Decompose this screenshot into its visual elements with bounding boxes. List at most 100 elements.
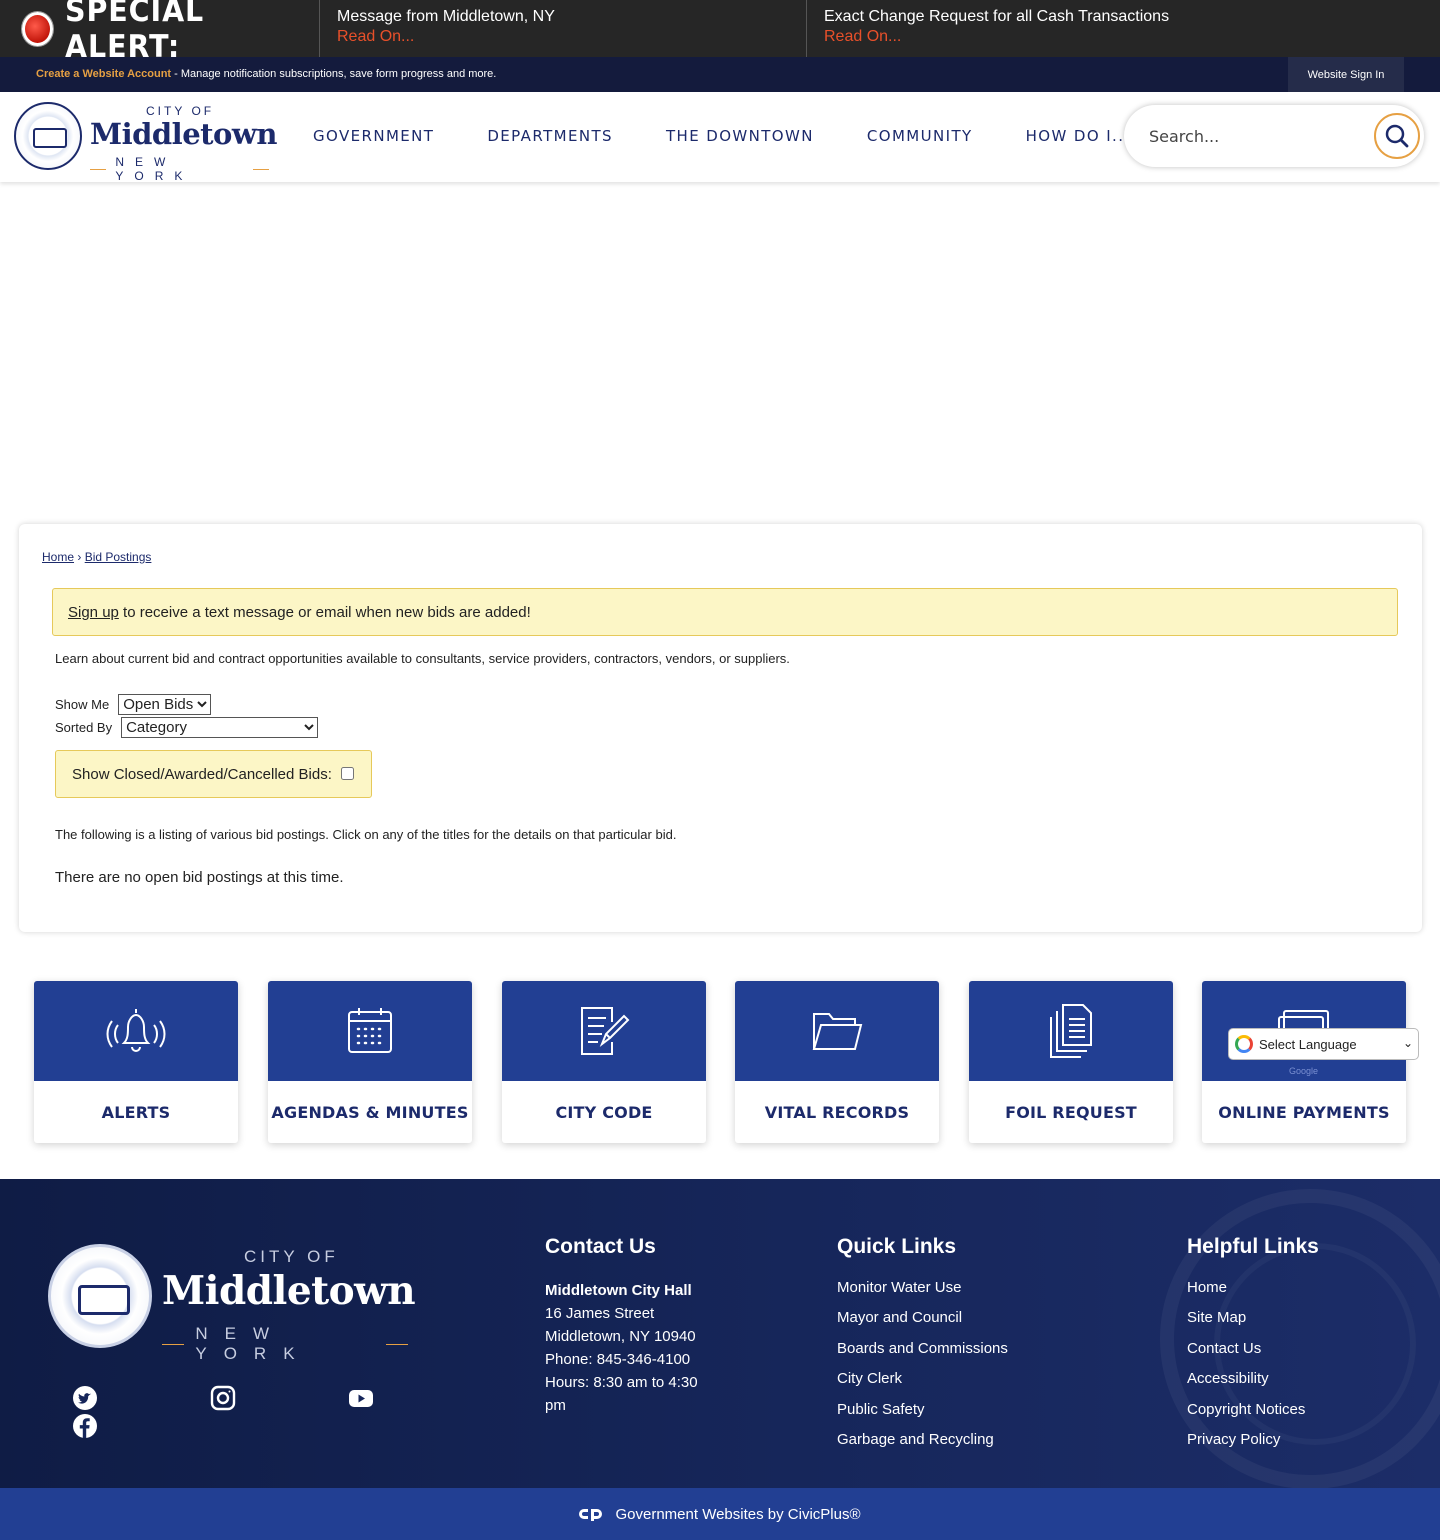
nav-how-do-i[interactable]: HOW DO I... xyxy=(1026,127,1131,145)
bid-postings-content: Home › Bid Postings Sign up to receive a… xyxy=(19,524,1422,932)
show-closed-bids-box: Show Closed/Awarded/Cancelled Bids: xyxy=(55,750,372,798)
footer-city-seal-icon xyxy=(48,1244,152,1348)
alert-title: SPECIAL ALERT: xyxy=(64,0,204,65)
breadcrumb-separator: › xyxy=(77,550,82,564)
contact-phone: Phone: 845-346-4100 xyxy=(545,1351,691,1368)
create-account-link[interactable]: Create a Website Account xyxy=(36,68,171,80)
facebook-icon xyxy=(73,1414,97,1438)
quick-link-alerts[interactable]: ALERTS xyxy=(34,981,238,1143)
helpful-links-heading: Helpful Links xyxy=(1187,1235,1319,1258)
footer-logo-city-name: Middletown xyxy=(162,1268,416,1314)
city-logo-link[interactable]: CITY OF Middletown NEW YORK xyxy=(14,100,277,183)
sorted-by-filter: Sorted By Category xyxy=(55,717,319,738)
account-message: Create a Website Account - Manage notifi… xyxy=(36,68,496,80)
footer-link-accessibility[interactable]: Accessibility xyxy=(1187,1370,1305,1400)
tile-icon-area xyxy=(502,981,706,1081)
sorted-by-label: Sorted By xyxy=(55,720,113,735)
nav-community[interactable]: COMMUNITY xyxy=(867,127,973,145)
documents-icon xyxy=(1050,1004,1092,1058)
search-input[interactable] xyxy=(1149,123,1359,149)
helpful-links-list: Home Site Map Contact Us Accessibility C… xyxy=(1187,1279,1305,1461)
breadcrumb-home-link[interactable]: Home xyxy=(42,550,74,564)
youtube-link[interactable] xyxy=(348,1385,374,1411)
tile-label: ONLINE PAYMENTS xyxy=(1218,1102,1390,1122)
nav-departments[interactable]: DEPARTMENTS xyxy=(487,127,613,145)
tile-label: AGENDAS & MINUTES xyxy=(271,1102,469,1122)
quick-link-foil-request[interactable]: FOIL REQUEST xyxy=(969,981,1173,1143)
alert-message-1[interactable]: Message from Middletown, NY Read On... xyxy=(320,0,807,57)
footer-logo-link[interactable]: CITY OF Middletown NEW YORK xyxy=(48,1242,416,1363)
signup-text: to receive a text message or email when … xyxy=(118,604,531,621)
signup-link[interactable]: Sign up xyxy=(68,604,119,621)
contact-hours: Hours: 8:30 am to 4:30 pm xyxy=(545,1374,698,1414)
footer-link-contact-us[interactable]: Contact Us xyxy=(1187,1340,1305,1370)
signup-notice: Sign up to receive a text message or ema… xyxy=(52,588,1398,636)
alert-message-2[interactable]: Exact Change Request for all Cash Transa… xyxy=(807,0,1440,57)
tile-label: CITY CODE xyxy=(555,1102,653,1122)
alert-message-title[interactable]: Exact Change Request for all Cash Transa… xyxy=(824,7,1440,26)
tile-icon-area xyxy=(268,981,472,1081)
civicplus-bar: Government Websites by CivicPlus® xyxy=(0,1488,1440,1540)
instagram-link[interactable] xyxy=(210,1385,236,1411)
twitter-icon xyxy=(73,1386,97,1410)
calendar-icon xyxy=(348,1008,392,1053)
contact-info: Middletown City Hall 16 James Street Mid… xyxy=(545,1279,715,1417)
nav-government[interactable]: GOVERNMENT xyxy=(313,127,434,145)
footer-link-boards-commissions[interactable]: Boards and Commissions xyxy=(837,1340,1008,1370)
footer-link-monitor-water-use[interactable]: Monitor Water Use xyxy=(837,1279,1008,1309)
alert-title-block: SPECIAL ALERT: xyxy=(0,0,320,65)
website-sign-in-button[interactable]: Website Sign In xyxy=(1288,57,1404,92)
main-nav: GOVERNMENT DEPARTMENTS THE DOWNTOWN COMM… xyxy=(313,127,1184,145)
bell-icon xyxy=(106,1009,166,1052)
site-footer: CITY OF Middletown NEW YORK Contact Us M… xyxy=(0,1179,1440,1488)
footer-link-privacy[interactable]: Privacy Policy xyxy=(1187,1431,1305,1461)
sorted-by-select[interactable]: Category xyxy=(121,717,319,738)
footer-link-public-safety[interactable]: Public Safety xyxy=(837,1401,1008,1431)
intro-text: Learn about current bid and contract opp… xyxy=(55,651,790,666)
footer-logo-city-of: CITY OF xyxy=(244,1247,339,1266)
alert-read-on-link[interactable]: Read On... xyxy=(824,26,1440,47)
show-me-select[interactable]: Open Bids xyxy=(118,694,212,715)
show-closed-label: Show Closed/Awarded/Cancelled Bids: xyxy=(72,766,332,783)
alert-read-on-link[interactable]: Read On... xyxy=(337,26,806,47)
civicplus-link[interactable]: Government Websites by CivicPlus® xyxy=(615,1506,860,1523)
no-bids-message: There are no open bid postings at this t… xyxy=(55,869,344,886)
quick-link-online-payments[interactable]: ONLINE PAYMENTS xyxy=(1202,981,1406,1143)
footer-link-copyright[interactable]: Copyright Notices xyxy=(1187,1401,1305,1431)
search-icon xyxy=(1385,124,1409,148)
site-header: CITY OF Middletown NEW YORK GOVERNMENT D… xyxy=(0,92,1440,183)
site-search xyxy=(1124,105,1424,167)
breadcrumb-bid-postings-link[interactable]: Bid Postings xyxy=(85,550,152,564)
facebook-link[interactable] xyxy=(72,1413,98,1439)
quick-link-agendas-minutes[interactable]: AGENDAS & MINUTES xyxy=(268,981,472,1143)
folder-icon xyxy=(812,1013,863,1050)
nav-the-downtown[interactable]: THE DOWNTOWN xyxy=(666,127,814,145)
show-me-filter: Show Me Open Bids xyxy=(55,694,212,715)
twitter-link[interactable] xyxy=(72,1385,98,1411)
footer-link-garbage-recycling[interactable]: Garbage and Recycling xyxy=(837,1431,1008,1461)
tile-label: FOIL REQUEST xyxy=(1005,1102,1137,1122)
google-icon xyxy=(1235,1035,1253,1053)
tile-icon-area xyxy=(735,981,939,1081)
footer-link-home[interactable]: Home xyxy=(1187,1279,1305,1309)
contact-street: 16 James Street xyxy=(545,1305,655,1322)
tile-label: VITAL RECORDS xyxy=(764,1102,910,1122)
quick-links-list: Monitor Water Use Mayor and Council Boar… xyxy=(837,1279,1008,1461)
quick-link-vital-records[interactable]: VITAL RECORDS xyxy=(735,981,939,1143)
footer-link-site-map[interactable]: Site Map xyxy=(1187,1309,1305,1339)
city-seal-icon xyxy=(14,102,82,170)
logo-city-of: CITY OF xyxy=(146,104,215,118)
google-powered-by: Google xyxy=(1289,1066,1319,1076)
footer-link-mayor-council[interactable]: Mayor and Council xyxy=(837,1309,1008,1339)
youtube-icon xyxy=(349,1390,373,1407)
footer-logo-state: NEW YORK xyxy=(162,1324,408,1364)
contact-org: Middletown City Hall xyxy=(545,1282,692,1299)
language-select[interactable]: Select Language ⌄ xyxy=(1228,1028,1419,1060)
civicplus-logo-icon[interactable] xyxy=(579,1507,603,1521)
listing-note: The following is a listing of various bi… xyxy=(55,827,677,842)
quick-link-city-code[interactable]: CITY CODE xyxy=(502,981,706,1143)
show-closed-checkbox[interactable] xyxy=(340,767,354,780)
alert-message-title[interactable]: Message from Middletown, NY xyxy=(337,7,806,26)
search-button[interactable] xyxy=(1374,113,1420,159)
footer-link-city-clerk[interactable]: City Clerk xyxy=(837,1370,1008,1400)
